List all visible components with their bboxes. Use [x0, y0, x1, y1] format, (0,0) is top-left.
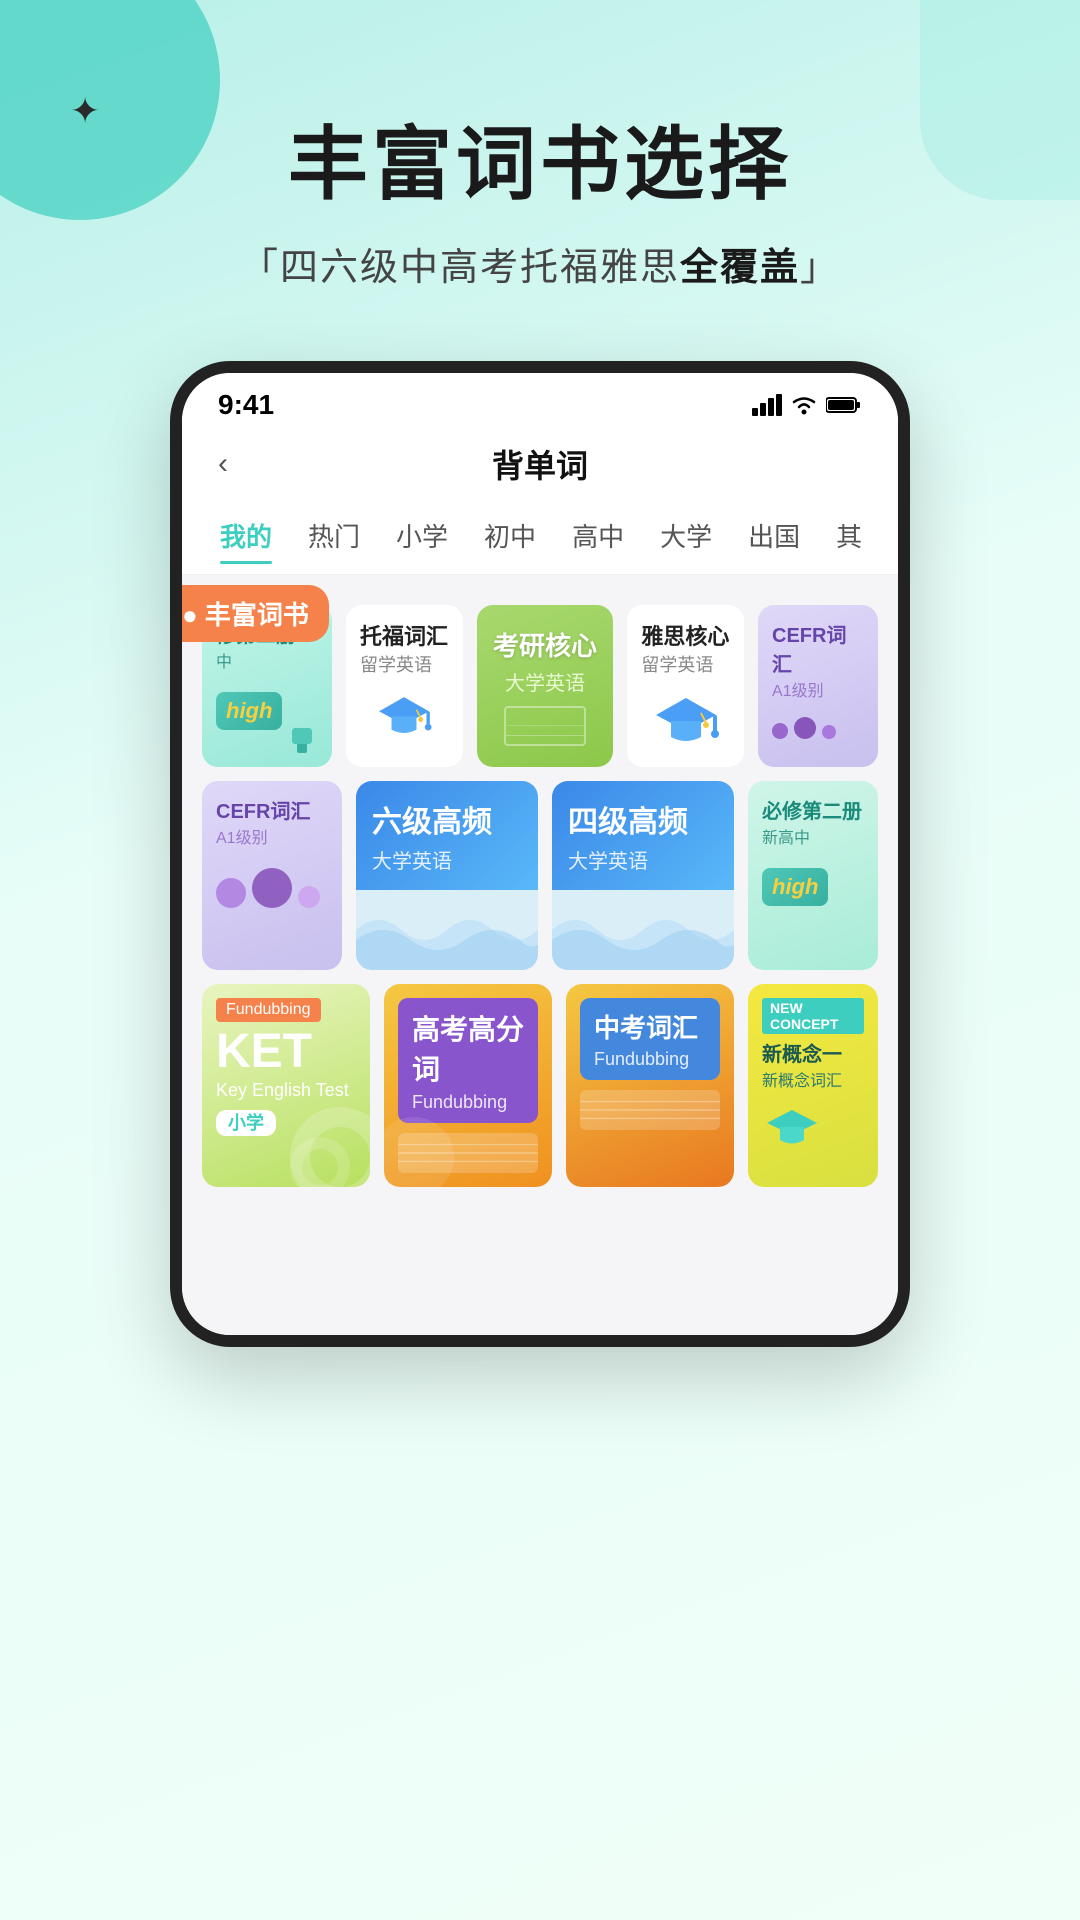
- status-icons: [752, 394, 862, 416]
- card-gaokao-inner: 高考高分词 Fundubbing: [398, 998, 538, 1123]
- card-zhongkao-title: 中考词汇: [594, 1008, 706, 1045]
- wifi-icon: [790, 394, 818, 416]
- tab-middle[interactable]: 初中: [466, 507, 554, 564]
- card-sub: A1级别: [216, 824, 328, 848]
- card-title: 四级高频: [568, 797, 718, 841]
- tab-elementary[interactable]: 小学: [378, 507, 466, 564]
- card-title: CEFR词汇: [216, 795, 328, 824]
- phone-mockup: 9:41: [170, 361, 910, 1347]
- category-tabs: 我的 热门 小学 初中 高中 大学 出国 其: [182, 497, 898, 575]
- card-bixiu-right[interactable]: 必修第二册 新高中 high: [748, 781, 878, 970]
- card-cefr2-partial-left[interactable]: CEFR词汇 A1级别: [202, 781, 342, 970]
- card-siji[interactable]: 四级高频 大学英语: [552, 781, 734, 970]
- high-board-2: high: [762, 868, 864, 906]
- card-ket-sub: Key English Test: [216, 1080, 356, 1101]
- tab-university[interactable]: 大学: [642, 507, 730, 564]
- card-ket[interactable]: Fundubbing KET Key English Test 小学: [202, 984, 370, 1187]
- card-kaoyan[interactable]: 考研核心 大学英语: [477, 605, 614, 767]
- app-title: 背单词: [492, 441, 588, 487]
- card-title: 必修第二册: [762, 795, 864, 824]
- card-gaokao[interactable]: 高考高分词 Fundubbing: [384, 984, 552, 1187]
- sparkle-icon: ✦: [70, 90, 100, 132]
- card-zhongkao-inner: 中考词汇 Fundubbing: [580, 998, 720, 1080]
- card-gaokao-title: 高考高分词: [412, 1008, 524, 1088]
- card-title: 六级高频: [372, 797, 522, 841]
- sub-title-strong: 全覆盖: [680, 247, 800, 289]
- new-concept-badge: NEW CONCEPT: [762, 998, 864, 1034]
- card-title: 托福词汇: [360, 619, 449, 651]
- card-sub: 大学英语: [568, 845, 718, 874]
- card-sub: 中: [216, 648, 318, 672]
- card-sub: 新高中: [762, 824, 864, 848]
- card-cefr-partial-right[interactable]: CEFR词汇 A1级别: [758, 605, 878, 767]
- card-title: 新概念一: [762, 1038, 864, 1067]
- books-row-2: CEFR词汇 A1级别 六级高频 大学英语: [202, 781, 878, 970]
- card-ielts[interactable]: 雅思核心 留学英语: [627, 605, 744, 767]
- card-toefl[interactable]: 托福词汇 留学英语: [346, 605, 463, 767]
- back-button[interactable]: ‹: [218, 447, 228, 481]
- tab-more[interactable]: 其: [818, 507, 880, 564]
- graduation-cap-icon-2: [646, 693, 726, 753]
- purple-orbs: [216, 868, 328, 908]
- tab-high[interactable]: 高中: [554, 507, 642, 564]
- grad-cap-teal: [762, 1105, 864, 1160]
- sub-title-prefix: 「四六级中高考托福雅思: [240, 247, 680, 289]
- card-wave-area-2: [552, 890, 734, 970]
- books-area: ● 丰富词书 修第二册 中 high: [182, 575, 898, 1335]
- card-liuji[interactable]: 六级高频 大学英语: [356, 781, 538, 970]
- top-section: ✦ 丰富词书选择 「四六级中高考托福雅思全覆盖」: [0, 0, 1080, 331]
- card-zhongkao[interactable]: 中考词汇 Fundubbing: [566, 984, 734, 1187]
- phone-container: 9:41: [0, 361, 1080, 1347]
- card-featured-sub: 大学英语: [505, 667, 585, 696]
- battery-icon: [826, 395, 862, 415]
- card-featured-title: 考研核心: [493, 626, 597, 663]
- card-sub: A1级别: [772, 677, 864, 701]
- fundubbing-badge: Fundubbing: [216, 998, 321, 1022]
- tab-hot[interactable]: 热门: [290, 507, 378, 564]
- card-sub: 新概念词汇: [762, 1067, 864, 1091]
- card-gaokao-sub: Fundubbing: [412, 1092, 524, 1113]
- card-title: 雅思核心: [641, 619, 730, 651]
- tab-mine[interactable]: 我的: [202, 507, 290, 564]
- card-gaokao-stripe: [398, 1133, 538, 1173]
- tab-abroad[interactable]: 出国: [730, 507, 818, 564]
- status-time: 9:41: [218, 389, 274, 421]
- main-title: 丰富词书选择: [60, 100, 1020, 216]
- card-xingainian-right[interactable]: NEW CONCEPT 新概念一 新概念词汇: [748, 984, 878, 1187]
- app-header: ‹ 背单词: [182, 421, 898, 497]
- card-ket-title: KET: [216, 1028, 356, 1076]
- card-zhongkao-stripe: [580, 1090, 720, 1130]
- card-sub: 留学英语: [641, 651, 730, 677]
- card-title: CEFR词汇: [772, 619, 864, 677]
- card-zhongkao-sub: Fundubbing: [594, 1049, 706, 1070]
- sub-title-suffix: 」: [800, 247, 840, 289]
- board-stand-icon: [282, 723, 322, 753]
- rich-badge-container: ● 丰富词书: [182, 585, 329, 642]
- card-wave-area: [356, 890, 538, 970]
- status-bar: 9:41: [182, 373, 898, 421]
- purple-dots: [772, 717, 864, 739]
- card-sub: 大学英语: [372, 845, 522, 874]
- card-sub: 留学英语: [360, 651, 449, 677]
- signal-icon: [752, 394, 782, 416]
- rich-badge: ● 丰富词书: [182, 585, 329, 642]
- sub-title: 「四六级中高考托福雅思全覆盖」: [60, 236, 1020, 291]
- graduation-cap-icon: [369, 693, 439, 743]
- books-row-3: Fundubbing KET Key English Test 小学 高考高分词…: [202, 984, 878, 1187]
